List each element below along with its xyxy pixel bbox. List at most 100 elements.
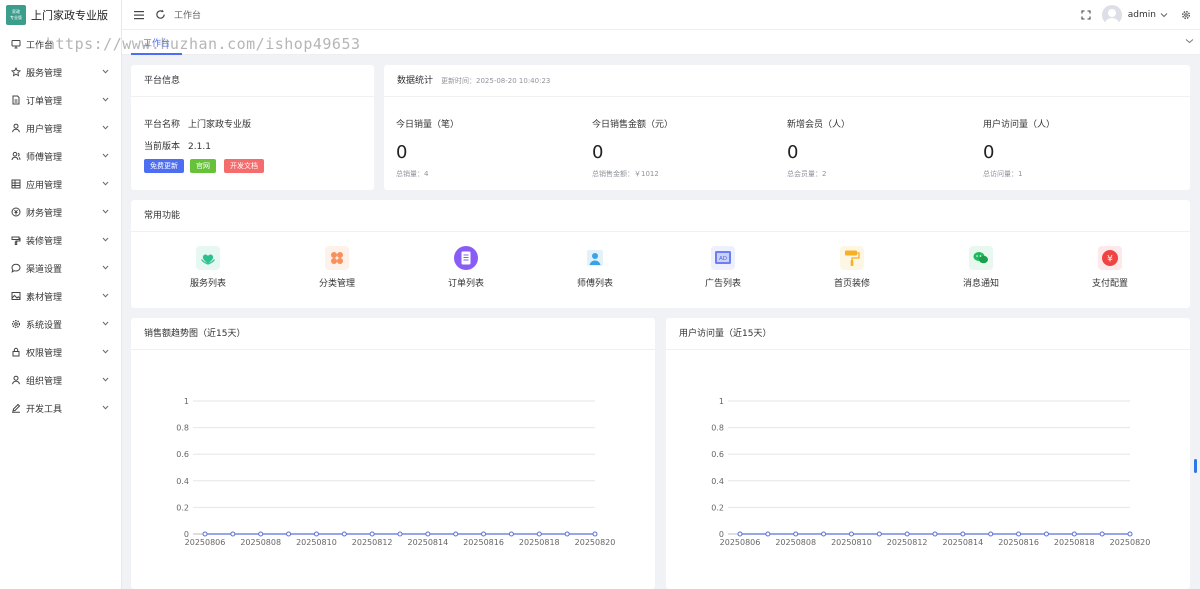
y-tick-label: 0.4 [711,477,724,486]
data-point [932,531,938,537]
data-point [397,531,403,537]
y-tick-label: 0.6 [711,450,724,459]
platform-name-value: 上门家政专业版 [188,120,252,130]
common-functions-title: 常用功能 [131,200,1190,232]
data-point [821,531,827,537]
chevron-down-icon [102,207,109,217]
stat-label: 新增会员（人） [787,120,851,130]
decoration-icon [10,235,21,246]
coin-icon [10,207,21,218]
official-site-button[interactable]: 官网 [190,159,216,173]
chevron-down-icon[interactable] [1156,7,1172,23]
function-service[interactable]: 服务列表 [163,246,253,289]
sidebar-item-13[interactable]: 开发工具 [0,394,121,422]
sidebar-item-5[interactable]: 应用管理 [0,170,121,198]
x-tick-label: 20250808 [240,538,281,547]
function-label: 订单列表 [447,279,484,289]
visits-trend-chart: 00.20.40.60.8120250806 20250808 20250810 20… [711,397,1151,547]
data-point [564,531,570,537]
sidebar-item-6[interactable]: 财务管理 [0,198,121,226]
sidebar-item-label: 师傅管理 [26,152,63,163]
worker-icon [583,246,607,270]
stat-label: 今日销售金额（元） [592,120,674,130]
data-point [765,531,771,537]
scrollbar-thumb[interactable] [1194,459,1197,473]
sales-trend-title: 销售额趋势图（近15天） [131,318,655,350]
stat-user-visits: 用户访问量（人） 0 总访问量：1 [983,117,1163,179]
sidebar-item-9[interactable]: 素材管理 [0,282,121,310]
stat-value: 0 [396,142,408,163]
x-tick-label: 20250812 [887,538,928,547]
x-tick-label: 20250818 [1054,538,1095,547]
x-tick-label: 20250810 [296,538,337,547]
fullscreen-icon[interactable] [1078,7,1094,23]
function-payment[interactable]: ¥ 支付配置 [1065,246,1155,289]
x-tick-label: 20250816 [463,538,504,547]
stat-value: 0 [592,142,604,163]
data-point [592,531,598,537]
sidebar-item-label: 财务管理 [26,208,63,219]
x-tick-label: 20250818 [519,538,560,547]
function-ad[interactable]: AD 广告列表 [678,246,768,289]
sidebar-item-11[interactable]: 权限管理 [0,338,121,366]
gear-icon[interactable] [1178,7,1194,23]
data-point [508,531,514,537]
data-point [313,531,319,537]
function-label: 服务列表 [189,279,226,289]
payment-icon: ¥ [1098,246,1122,270]
sidebar-item-10[interactable]: 系统设置 [0,310,121,338]
sidebar-item-8[interactable]: 渠道设置 [0,254,121,282]
data-point [258,531,264,537]
function-order[interactable]: 订单列表 [421,246,511,289]
stat-sub: 总访问量：1 [983,170,1023,178]
sidebar-item-12[interactable]: 组织管理 [0,366,121,394]
stat-value: 0 [787,142,799,163]
data-point [793,531,799,537]
platform-info-title: 平台信息 [131,65,374,97]
function-paint-roller[interactable]: 首页装修 [807,246,897,289]
data-point [1071,531,1077,537]
function-message[interactable]: 消息通知 [936,246,1026,289]
y-tick-label: 0.8 [176,424,189,433]
username[interactable]: admin [1128,10,1156,20]
message-icon [969,246,993,270]
sidebar-item-label: 系统设置 [26,320,63,331]
breadcrumb: 工作台 [174,11,202,21]
chevron-down-icon [102,347,109,357]
monitor-icon [10,39,21,50]
sidebar-item-3[interactable]: 用户管理 [0,114,121,142]
sidebar-item-2[interactable]: 订单管理 [0,86,121,114]
chevron-down-icon [102,403,109,413]
user-icon [10,375,21,386]
avatar[interactable] [1101,5,1122,25]
x-tick-label: 20250820 [1110,538,1151,547]
function-label: 广告列表 [704,279,741,289]
pen-icon [10,403,21,414]
data-point [286,531,292,537]
sidebar-item-1[interactable]: 服务管理 [0,58,121,86]
function-label: 消息通知 [962,279,999,289]
sidebar-item-7[interactable]: 装修管理 [0,226,121,254]
chevron-down-icon [102,95,109,105]
platform-info-card: 平台信息 平台名称 上门家政专业版 当前版本 2.1.1 免费更新 官网 开发文档 [131,65,374,190]
sidebar-item-4[interactable]: 师傅管理 [0,142,121,170]
user-group-icon [10,151,21,162]
sidebar: 家政 专业版 上门家政专业版 工作台 服务管理 订单管理 用户管理 师傅管理 应用管理 财务管… [0,0,122,589]
stat-sub: 总销量：4 [396,170,429,178]
function-category[interactable]: 分类管理 [292,246,382,289]
sidebar-menu: 工作台 服务管理 订单管理 用户管理 师傅管理 应用管理 财务管理 装修管理 渠道设置 素材管理系… [0,30,121,422]
tabs-chevron-down-icon[interactable] [1185,37,1194,47]
data-point [481,531,487,537]
stat-label: 今日销量（笔） [396,120,460,130]
dev-docs-button[interactable]: 开发文档 [224,159,264,173]
platform-version-value: 2.1.1 [188,142,211,152]
menu-toggle-icon[interactable] [131,7,147,23]
logo[interactable]: 家政 专业版 上门家政专业版 [0,0,121,30]
function-label: 首页装修 [833,279,870,289]
header: 工作台 admin [122,0,1200,30]
function-worker[interactable]: 师傅列表 [550,246,640,289]
svg-text:¥: ¥ [1107,255,1113,265]
free-update-button[interactable]: 免费更新 [144,159,184,173]
refresh-icon[interactable] [152,7,168,23]
chevron-down-icon [102,151,109,161]
